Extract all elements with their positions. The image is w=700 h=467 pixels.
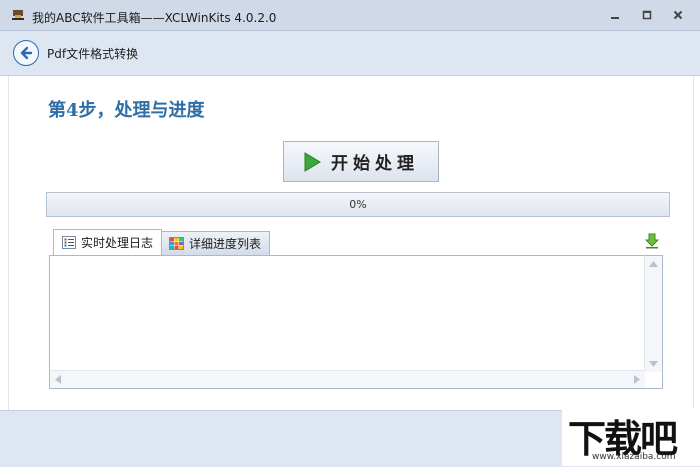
maximize-button[interactable] bbox=[636, 7, 658, 23]
step-title: 第4步，处理与进度 bbox=[48, 100, 205, 121]
tab-realtime-log[interactable]: 实时处理日志 bbox=[53, 229, 163, 255]
watermark-url: www.xiazaiba.com bbox=[592, 452, 676, 462]
tab-label: 详细进度列表 bbox=[189, 237, 262, 251]
nav-title: Pdf文件格式转换 bbox=[47, 47, 139, 61]
horizontal-scrollbar[interactable] bbox=[50, 370, 645, 388]
start-button-label: 开始处理 bbox=[331, 154, 419, 174]
scroll-up-icon[interactable] bbox=[649, 261, 658, 267]
app-icon bbox=[12, 10, 24, 20]
nav-bar: Pdf文件格式转换 bbox=[0, 31, 700, 76]
watermark: 下载吧 www.xiazaiba.com bbox=[562, 408, 700, 466]
log-panel[interactable] bbox=[49, 255, 663, 389]
close-icon bbox=[673, 10, 683, 20]
list-icon bbox=[62, 236, 76, 249]
download-icon[interactable] bbox=[644, 233, 660, 249]
scroll-down-icon[interactable] bbox=[649, 361, 658, 367]
window-title: 我的ABC软件工具箱——XCLWinKits 4.0.2.0 bbox=[32, 11, 277, 25]
tab-label: 实时处理日志 bbox=[81, 236, 154, 250]
back-arrow-icon bbox=[20, 46, 33, 60]
progress-label: 0% bbox=[349, 198, 367, 211]
close-button[interactable] bbox=[667, 7, 689, 23]
tab-detail-progress[interactable]: 详细进度列表 bbox=[160, 231, 271, 255]
minimize-icon bbox=[611, 17, 619, 19]
scroll-right-icon[interactable] bbox=[634, 375, 640, 384]
progress-bar: 0% bbox=[46, 192, 670, 217]
maximize-icon bbox=[642, 10, 652, 20]
back-button[interactable] bbox=[13, 40, 39, 66]
scroll-left-icon[interactable] bbox=[55, 375, 61, 384]
title-bar: 我的ABC软件工具箱——XCLWinKits 4.0.2.0 bbox=[0, 0, 700, 31]
play-icon bbox=[304, 151, 321, 172]
start-processing-button[interactable]: 开始处理 bbox=[283, 141, 439, 182]
vertical-scrollbar[interactable] bbox=[644, 256, 662, 372]
grid-icon bbox=[169, 237, 184, 250]
minimize-button[interactable] bbox=[604, 7, 626, 23]
